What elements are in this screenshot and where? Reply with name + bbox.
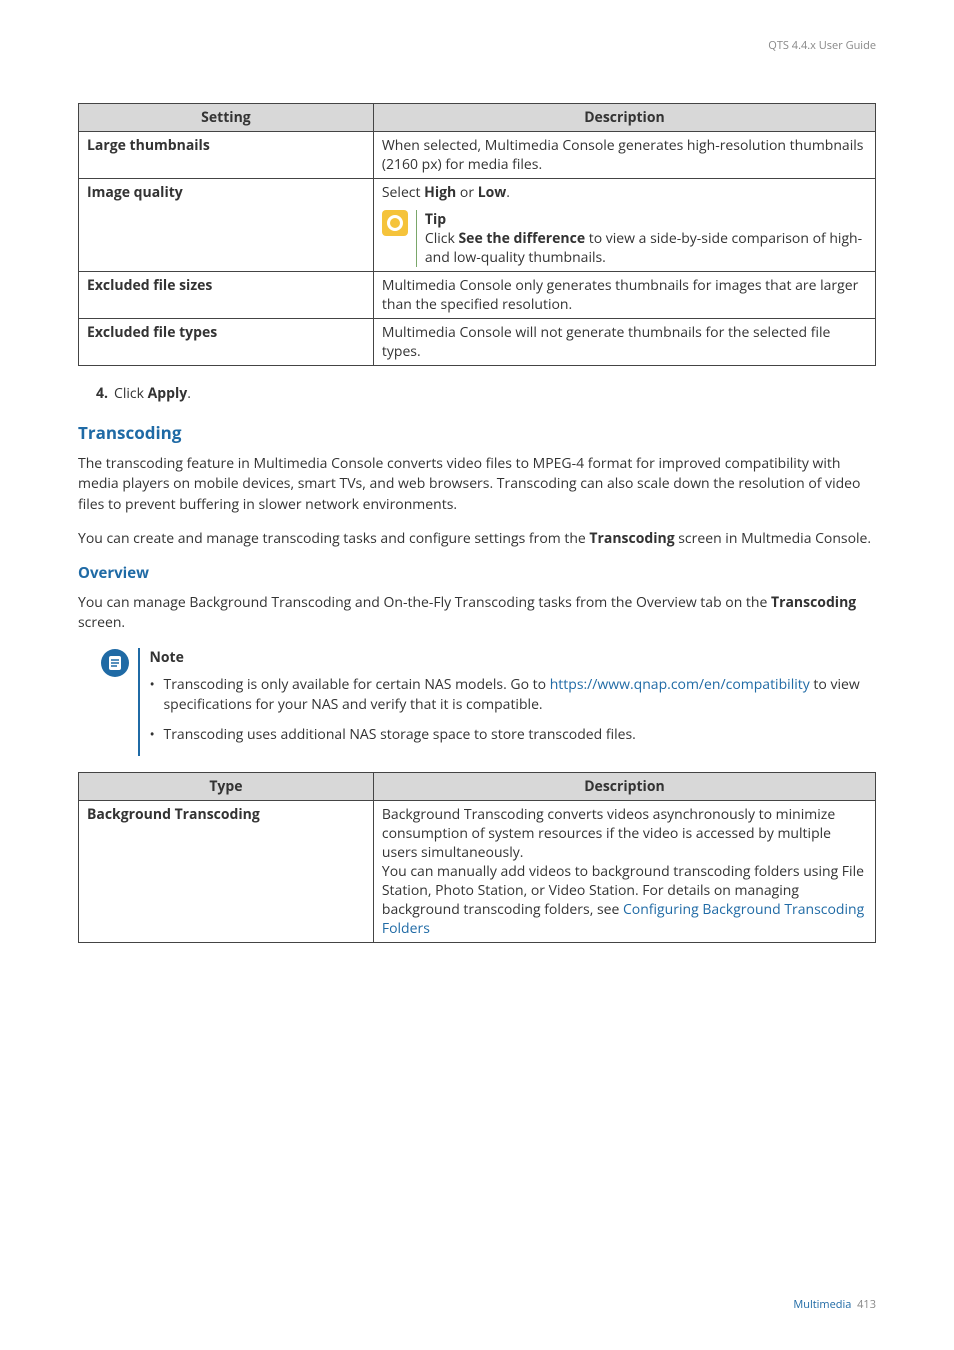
footer-section: Multimedia	[793, 1297, 851, 1312]
type-table-header-description: Description	[373, 772, 875, 800]
p2-bold: Transcoding	[589, 529, 674, 548]
desc-strong: Low	[478, 183, 507, 202]
table-row: Excluded file sizes Multimedia Console o…	[79, 272, 876, 319]
table-row: Image quality Select High or Low. Tip Cl…	[79, 179, 876, 272]
note1-pre: Transcoding is only available for certai…	[164, 675, 550, 694]
note-divider	[138, 648, 140, 756]
overview-paragraph: You can manage Background Transcoding an…	[78, 593, 876, 634]
setting-name: Excluded file sizes	[79, 272, 374, 319]
settings-table-header-setting: Setting	[79, 104, 374, 132]
tip-content: Tip Click See the difference to view a s…	[425, 210, 867, 267]
table-row: Excluded file types Multimedia Console w…	[79, 319, 876, 366]
ov-bold: Transcoding	[771, 593, 856, 612]
step-number: 4.	[96, 384, 108, 403]
ov-post: screen.	[78, 613, 125, 632]
header-guide-title: QTS 4.4.x User Guide	[78, 38, 876, 53]
setting-name: Large thumbnails	[79, 132, 374, 179]
settings-table-header-description: Description	[373, 104, 875, 132]
settings-table: Setting Description Large thumbnails Whe…	[78, 103, 876, 366]
setting-description: Multimedia Console will not generate thu…	[373, 319, 875, 366]
note-label: Note	[150, 648, 877, 667]
desc-strong: High	[424, 183, 456, 202]
ov-pre: You can manage Background Transcoding an…	[78, 593, 771, 612]
tip-icon	[382, 210, 408, 236]
setting-description: When selected, Multimedia Console genera…	[373, 132, 875, 179]
desc-text: Select	[382, 183, 424, 202]
note-item-2: Transcoding uses additional NAS storage …	[150, 725, 877, 745]
step-tail: .	[187, 384, 191, 403]
note-item-1: Transcoding is only available for certai…	[150, 675, 877, 716]
tip-text-bold: See the difference	[458, 229, 585, 248]
note1-link[interactable]: https://www.qnap.com/en/compatibility	[550, 675, 810, 694]
type-table: Type Description Background Transcoding …	[78, 772, 876, 943]
type-description: Background Transcoding converts videos a…	[373, 800, 875, 942]
setting-description: Select High or Low. Tip Click See the di…	[373, 179, 875, 272]
note-icon	[100, 648, 130, 678]
note-callout: Note Transcoding is only available for c…	[100, 648, 876, 756]
tip-text-pre: Click	[425, 229, 459, 248]
tip-divider	[416, 210, 417, 267]
heading-transcoding: Transcoding	[78, 421, 876, 444]
step-text: Click Apply.	[114, 384, 191, 403]
table-row: Large thumbnails When selected, Multimed…	[79, 132, 876, 179]
step-pre: Click	[114, 384, 148, 403]
tip-text: Click See the difference to view a side-…	[425, 229, 867, 267]
p2-pre: You can create and manage transcoding ta…	[78, 529, 589, 548]
tip-callout: Tip Click See the difference to view a s…	[382, 210, 867, 267]
setting-name: Excluded file types	[79, 319, 374, 366]
heading-overview: Overview	[78, 563, 876, 583]
step-4: 4. Click Apply.	[96, 384, 876, 403]
step-bold: Apply	[148, 384, 188, 403]
transcoding-paragraph-1: The transcoding feature in Multimedia Co…	[78, 454, 876, 515]
type-table-header-type: Type	[79, 772, 374, 800]
type-name: Background Transcoding	[79, 800, 374, 942]
setting-name: Image quality	[79, 179, 374, 272]
setting-description: Multimedia Console only generates thumbn…	[373, 272, 875, 319]
desc-text: .	[506, 183, 510, 202]
page-footer: Multimedia 413	[793, 1297, 876, 1312]
desc-text: or	[456, 183, 477, 202]
footer-page-number: 413	[857, 1297, 876, 1312]
tip-label: Tip	[425, 210, 867, 229]
table-row: Background Transcoding Background Transc…	[79, 800, 876, 942]
p2-post: screen in Multmedia Console.	[675, 529, 871, 548]
note-content: Note Transcoding is only available for c…	[150, 648, 877, 756]
transcoding-paragraph-2: You can create and manage transcoding ta…	[78, 529, 876, 549]
